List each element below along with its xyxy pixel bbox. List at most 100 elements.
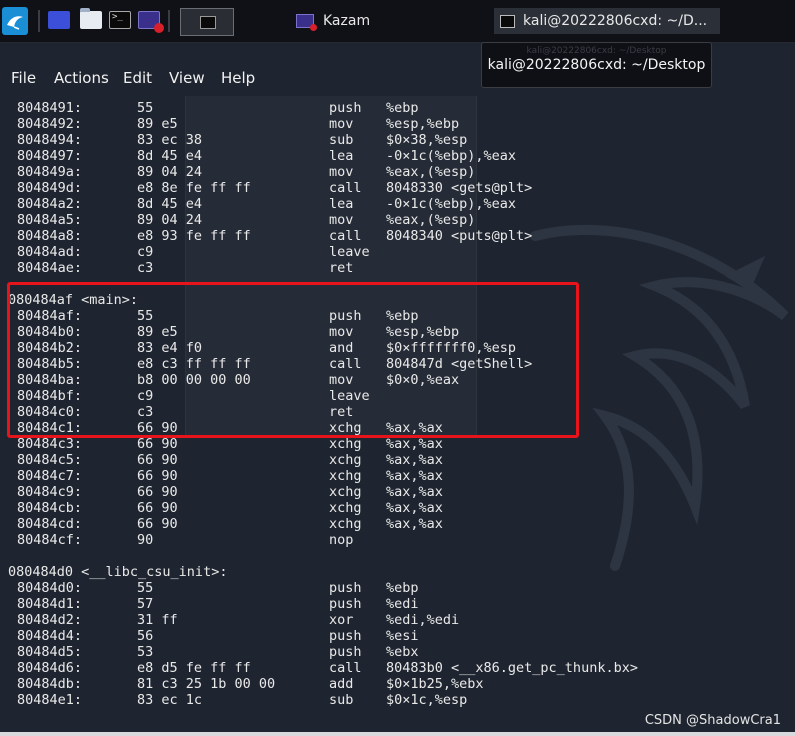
address: 80484c9: <box>17 484 83 500</box>
kali-menu-icon[interactable] <box>2 7 28 35</box>
instruction-line: 8048497: 8d 45 e4 lea -0×1c(%ebp),%eax <box>0 148 795 164</box>
show-desktop-icon[interactable] <box>48 11 70 29</box>
opcode-bytes: 81 c3 25 1b 00 00 <box>137 676 276 692</box>
operands: %ebx <box>386 644 419 660</box>
instruction-line: 8048491: 55 push %ebp <box>0 100 795 116</box>
operands: %ax,%ax <box>386 468 443 484</box>
operands: %esi <box>386 628 419 644</box>
instruction-line: 80484a5: 89 04 24 mov %eax,(%esp) <box>0 212 795 228</box>
mnemonic: xchg <box>329 500 362 516</box>
mnemonic: xchg <box>329 468 362 484</box>
mnemonic: xchg <box>329 436 362 452</box>
terminal-launcher-icon[interactable] <box>109 11 131 29</box>
mnemonic: push <box>329 580 362 596</box>
mnemonic: lea <box>329 196 354 212</box>
menu-actions[interactable]: Actions <box>54 69 109 87</box>
mnemonic: mov <box>329 212 354 228</box>
taskbar-separator <box>168 10 170 32</box>
instruction-line: 80484c3: 66 90 xchg %ax,%ax <box>0 436 795 452</box>
taskbar: Kazam kali@20222806cxd: ~/D... <box>0 0 795 43</box>
opcode-bytes: e8 93 fe ff ff <box>137 228 251 244</box>
mnemonic: ret <box>329 260 354 276</box>
operands: %ebp <box>386 100 419 116</box>
opcode-bytes: 66 90 <box>137 500 178 516</box>
address: 80484d2: <box>17 612 83 628</box>
instruction-line: 80484d0: 55 push %ebp <box>0 580 795 596</box>
opcode-bytes: 89 e5 <box>137 116 178 132</box>
taskbar-window-terminal[interactable]: kali@20222806cxd: ~/D... <box>494 8 720 34</box>
instruction-line: 80484a2: 8d 45 e4 lea -0×1c(%ebp),%eax <box>0 196 795 212</box>
mnemonic: mov <box>329 164 354 180</box>
mnemonic: xchg <box>329 484 362 500</box>
menu-help[interactable]: Help <box>221 69 255 87</box>
instruction-line: 80484db: 81 c3 25 1b 00 00 add $0×1b25,%ebx <box>0 676 795 692</box>
opcode-bytes: 89 04 24 <box>137 212 203 228</box>
address: 80484ae: <box>17 260 83 276</box>
kazam-launcher-icon[interactable] <box>138 11 164 33</box>
instruction-line: 80484d6: e8 d5 fe ff ff call 80483b0 <__x86… <box>0 660 795 676</box>
mnemonic: mov <box>329 116 354 132</box>
file-manager-icon[interactable] <box>80 8 102 29</box>
address: 80484cf: <box>17 532 83 548</box>
address: 80484cd: <box>17 516 83 532</box>
operands: %eax,(%esp) <box>386 164 476 180</box>
instruction-line: 80484e1: 83 ec 1c sub $0×1c,%esp <box>0 692 795 708</box>
opcode-bytes: 56 <box>137 628 154 644</box>
opcode-bytes: 55 <box>137 580 154 596</box>
address: 80484c5: <box>17 452 83 468</box>
opcode-bytes: 66 90 <box>137 452 178 468</box>
menu-view[interactable]: View <box>169 69 205 87</box>
terminal-output[interactable]: 8048491: 55 push %ebp 8048492: 89 e5 mov %esp,%… <box>0 96 795 736</box>
address: 8048491: <box>17 100 83 116</box>
opcode-bytes: e8 d5 fe ff ff <box>137 660 251 676</box>
address: 8048494: <box>17 132 83 148</box>
instruction-line: 80484cd: 66 90 xchg %ax,%ax <box>0 516 795 532</box>
operands: 8048330 <gets@plt> <box>386 180 533 196</box>
operands: %ax,%ax <box>386 452 443 468</box>
mnemonic: leave <box>329 244 370 260</box>
operands: %edi,%edi <box>386 612 460 628</box>
opcode-bytes: 66 90 <box>137 516 178 532</box>
taskbar-separator <box>38 10 40 32</box>
operands: $0×38,%esp <box>386 132 468 148</box>
instruction-line: 80484ae: c3 ret <box>0 260 795 276</box>
mnemonic: xchg <box>329 452 362 468</box>
taskbar-window-kazam[interactable]: Kazam <box>296 8 456 34</box>
opcode-bytes: 31 ff <box>137 612 178 628</box>
operands: %ax,%ax <box>386 516 443 532</box>
instruction-line: 804849d: e8 8e fe ff ff call 8048330 <gets@… <box>0 180 795 196</box>
mnemonic: call <box>329 228 362 244</box>
instruction-line: 804849a: 89 04 24 mov %eax,(%esp) <box>0 164 795 180</box>
mnemonic: lea <box>329 148 354 164</box>
address: 80484d4: <box>17 628 83 644</box>
bottom-strip <box>0 732 795 736</box>
instruction-line: 80484a8: e8 93 fe ff ff call 8048340 <puts@… <box>0 228 795 244</box>
opcode-bytes: 66 90 <box>137 484 178 500</box>
opcode-bytes: 55 <box>137 100 154 116</box>
address: 80484c3: <box>17 436 83 452</box>
mnemonic: push <box>329 644 362 660</box>
operands: %ebp <box>386 580 419 596</box>
workspace-switcher[interactable] <box>180 8 234 36</box>
opcode-bytes: 8d 45 e4 <box>137 196 203 212</box>
opcode-bytes: c9 <box>137 244 154 260</box>
instruction-line: 80484cb: 66 90 xchg %ax,%ax <box>0 500 795 516</box>
mnemonic: sub <box>329 132 354 148</box>
menu-file[interactable]: File <box>11 69 36 87</box>
opcode-bytes: 8d 45 e4 <box>137 148 203 164</box>
address: 80484a5: <box>17 212 83 228</box>
opcode-bytes: 89 04 24 <box>137 164 203 180</box>
operands: $0×1c,%esp <box>386 692 468 708</box>
instruction-line: 80484c9: 66 90 xchg %ax,%ax <box>0 484 795 500</box>
instruction-line: 80484d2: 31 ff xor %edi,%edi <box>0 612 795 628</box>
address: 80484e1: <box>17 692 83 708</box>
instruction-line: 8048492: 89 e5 mov %esp,%ebp <box>0 116 795 132</box>
instruction-line: 80484c7: 66 90 xchg %ax,%ax <box>0 468 795 484</box>
opcode-bytes: 57 <box>137 596 154 612</box>
opcode-bytes: 83 ec 1c <box>137 692 203 708</box>
taskbar-window-title: kali@20222806cxd: ~/D... <box>523 13 708 29</box>
operands: %ax,%ax <box>386 436 443 452</box>
operands: -0×1c(%ebp),%eax <box>386 196 517 212</box>
menu-edit[interactable]: Edit <box>123 69 152 87</box>
